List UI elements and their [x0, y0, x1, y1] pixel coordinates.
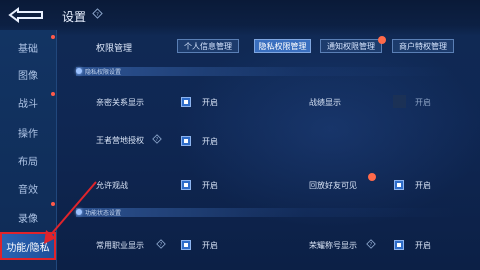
section-title: 隐私权限设置	[85, 68, 122, 76]
match-record-state: 开启	[415, 98, 431, 107]
intimacy-display-checkbox[interactable]	[181, 97, 191, 107]
svg-text:?: ?	[370, 242, 373, 248]
replay-friends-visible-state: 开启	[415, 181, 431, 190]
back-arrow-icon[interactable]	[6, 6, 46, 24]
common-role-display-state: 开启	[202, 241, 218, 250]
match-record-label: 战绩显示	[309, 98, 341, 107]
king-camp-auth-checkbox[interactable]	[181, 136, 191, 146]
sidebar-item-graphics[interactable]: 图像	[0, 61, 56, 87]
section-privacy-settings: 隐私权限设置	[76, 66, 456, 76]
svg-text:?: ?	[96, 12, 99, 18]
replay-friends-visible-checkbox[interactable]	[394, 180, 404, 190]
help-icon[interactable]: ?	[92, 8, 103, 19]
honor-title-display-checkbox[interactable]	[394, 240, 404, 250]
tab-personal-info[interactable]: 个人信息管理	[177, 39, 239, 53]
notification-badge	[368, 173, 376, 181]
tab-notification-permissions[interactable]: 通知权限管理	[320, 39, 382, 53]
help-icon[interactable]: ?	[366, 239, 376, 249]
svg-text:?: ?	[160, 242, 163, 248]
sidebar-item-basic[interactable]: 基础	[0, 34, 56, 60]
king-camp-auth-label: 王者营地授权	[96, 136, 144, 145]
allow-spectate-state: 开启	[202, 181, 218, 190]
tab-merchant-privileges[interactable]: 商户特权管理	[392, 39, 454, 53]
match-record-checkbox[interactable]	[393, 95, 406, 108]
allow-spectate-label: 允许观战	[96, 181, 128, 190]
honor-title-display-state: 开启	[415, 241, 431, 250]
sidebar-item-combat[interactable]: 战斗	[0, 89, 56, 115]
notification-dot	[51, 35, 55, 39]
intimacy-display-state: 开启	[202, 98, 218, 107]
page-title: 设置	[62, 10, 87, 24]
help-icon[interactable]: ?	[156, 239, 166, 249]
common-role-display-checkbox[interactable]	[181, 240, 191, 250]
annotation-arrow-icon	[44, 181, 97, 244]
king-camp-auth-state: 开启	[202, 137, 218, 146]
svg-text:?: ?	[156, 137, 159, 143]
allow-spectate-checkbox[interactable]	[181, 180, 191, 190]
sidebar-item-layout[interactable]: 布局	[0, 147, 56, 173]
help-icon[interactable]: ?	[152, 134, 162, 144]
intimacy-display-label: 亲密关系显示	[96, 98, 144, 107]
sidebar-item-controls[interactable]: 操作	[0, 119, 56, 145]
notification-dot	[51, 92, 55, 96]
replay-friends-visible-label: 回放好友可见	[309, 181, 357, 190]
tab-privacy-permissions[interactable]: 隐私权限管理	[254, 39, 311, 53]
common-role-display-label: 常用职业显示	[96, 241, 144, 250]
permission-management-label: 权限管理	[96, 44, 133, 54]
notification-badge	[378, 36, 386, 44]
honor-title-display-label: 荣耀称号显示	[309, 241, 357, 250]
